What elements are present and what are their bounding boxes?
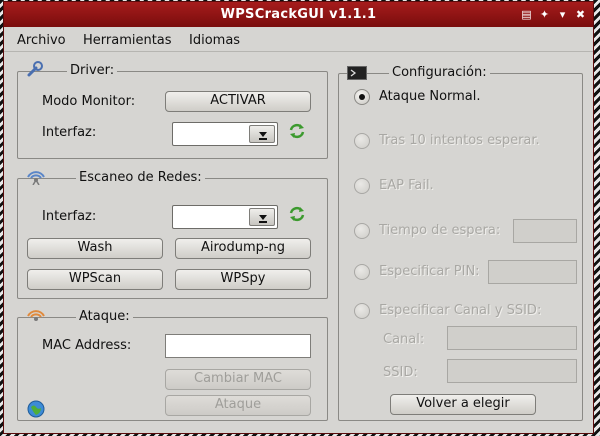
ssid-input[interactable] (447, 359, 577, 383)
driver-group: Driver: Modo Monitor: ACTIVAR Interfaz: (17, 61, 328, 159)
wifi-antenna-icon (26, 167, 46, 188)
radio-button[interactable] (354, 303, 370, 319)
app-window: WPSCrackGUI v1.1.1 ▤ ✦ ▾ ✖ Archivo Herra… (3, 1, 594, 434)
attack-button[interactable]: Ataque (165, 395, 311, 416)
scan-group: Escaneo de Redes: Interfaz: Wash Airodum… (17, 170, 328, 299)
ssid-label: SSID: (383, 365, 418, 380)
menu-icon[interactable]: ▤ (520, 8, 533, 21)
attack-title: Ataque: (76, 309, 133, 324)
scan-title: Escaneo de Redes: (76, 170, 205, 185)
option-label: Especificar Canal y SSID: (379, 303, 542, 318)
option-label: Ataque Normal. (379, 89, 481, 104)
wrench-icon (26, 60, 44, 81)
driver-interface-label: Interfaz: (42, 125, 97, 140)
dropdown-arrow-icon[interactable] (249, 208, 275, 226)
pin-input[interactable] (488, 260, 577, 284)
channel-label: Canal: (383, 332, 425, 347)
config-group: Configuración: Ataque Normal. Tras 10 in… (338, 65, 583, 421)
config-title: Configuración: (389, 65, 490, 80)
radio-button[interactable] (354, 133, 370, 149)
back-button[interactable]: Volver a elegir (390, 394, 536, 415)
window-title: WPSCrackGUI v1.1.1 (220, 7, 377, 22)
channel-input[interactable] (447, 326, 577, 350)
wait-time-input[interactable] (513, 219, 577, 243)
option-label: Especificar PIN: (379, 264, 480, 279)
radio-button[interactable] (354, 178, 370, 194)
radio-button[interactable] (354, 264, 370, 280)
title-bar[interactable]: WPSCrackGUI v1.1.1 ▤ ✦ ▾ ✖ (4, 2, 593, 27)
monitor-mode-label: Modo Monitor: (42, 94, 136, 109)
menu-bar: Archivo Herramientas Idiomas (4, 27, 593, 52)
terminal-icon (347, 66, 367, 83)
menu-idiomas[interactable]: Idiomas (189, 33, 240, 48)
scan-interface-select[interactable] (172, 205, 278, 229)
change-mac-button[interactable]: Cambiar MAC (165, 369, 311, 390)
airodump-button[interactable]: Airodump-ng (175, 238, 311, 259)
menu-herramientas[interactable]: Herramientas (83, 33, 172, 48)
option-label: Tras 10 intentos esperar. (379, 133, 540, 148)
wash-button[interactable]: Wash (27, 238, 163, 259)
refresh-icon[interactable] (288, 205, 306, 226)
driver-interface-select[interactable] (172, 122, 278, 146)
scan-interface-label: Interfaz: (42, 209, 97, 224)
attack-group: Ataque: MAC Address: Cambiar MAC Ataque (17, 309, 328, 421)
radio-button[interactable] (354, 223, 370, 239)
refresh-icon[interactable] (288, 122, 306, 143)
driver-title: Driver: (67, 63, 118, 78)
option-label: Tiempo de espera: (379, 223, 501, 238)
mac-address-input[interactable] (165, 334, 311, 358)
option-label: EAP Fail. (379, 178, 434, 193)
dropdown-arrow-icon[interactable] (249, 125, 275, 143)
radio-button[interactable] (354, 89, 370, 105)
pin-icon[interactable]: ✦ (538, 8, 551, 21)
activate-button[interactable]: ACTIVAR (165, 91, 311, 112)
attack-icon (26, 306, 46, 327)
wpspy-button[interactable]: WPSpy (175, 269, 311, 290)
wpscan-button[interactable]: WPScan (27, 269, 163, 290)
minimize-icon[interactable]: ▾ (556, 8, 569, 21)
mac-address-label: MAC Address: (42, 338, 132, 353)
close-icon[interactable]: ✖ (574, 8, 587, 21)
globe-icon[interactable] (27, 400, 45, 421)
menu-archivo[interactable]: Archivo (17, 33, 66, 48)
